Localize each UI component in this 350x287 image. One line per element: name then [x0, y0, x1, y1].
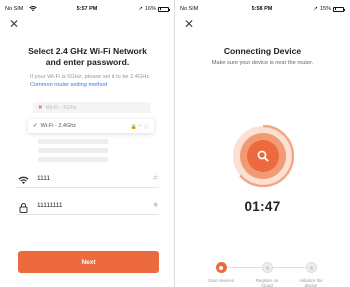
step-label: Scan devices [207, 278, 235, 283]
step-scan-devices: Scan devices [205, 260, 237, 283]
close-icon[interactable]: ✕ [9, 18, 19, 30]
step-idle-dot [305, 262, 317, 273]
battery-icon [333, 6, 345, 12]
progress-steps: Scan devices Register on Cloud Initializ… [208, 260, 327, 287]
page-subtitle: Make sure your device is near the router… [211, 60, 314, 66]
network-24ghz-label: Wi-Fi - 2.4Ghz [40, 123, 77, 129]
switch-network-icon[interactable]: ⇄ [153, 175, 158, 181]
step-idle-dot [261, 262, 273, 273]
frequency-hint: If your Wi-Fi is 5GHz, please set it to … [30, 74, 157, 89]
network-placeholder-bar [38, 139, 108, 144]
eye-icon[interactable]: ◉ [153, 202, 158, 208]
network-placeholder-bar [38, 148, 108, 153]
countdown-timer: 01:47 [244, 199, 281, 214]
battery-percent: 16% [144, 6, 156, 12]
page-title-line1: Select 2.4 GHz Wi-Fi Network [28, 46, 147, 56]
network-placeholder-bar [38, 157, 108, 162]
status-bar: No SIM 5:58 PM ➚ 15% [180, 6, 345, 14]
location-icon: ➚ [313, 6, 318, 12]
step-initialize-device: Initialize the device [295, 260, 327, 287]
password-input[interactable]: 11111111 [37, 202, 63, 209]
close-icon[interactable]: ✕ [184, 18, 194, 30]
page-title-line2: and enter password. [45, 57, 130, 67]
lock-icon [18, 200, 29, 213]
step-label: Register on Cloud [255, 278, 279, 287]
battery-percent: 15% [319, 6, 331, 12]
location-icon: ➚ [138, 6, 143, 12]
step-label: Initialize the device [299, 278, 323, 287]
invalid-x-icon: ✕ [38, 104, 43, 111]
wifi-setup-screen: No SIM 5:57 PM ➚ 16% ✕ Select 2.4 GHz Wi… [0, 0, 175, 287]
connecting-indicator [231, 124, 295, 188]
password-field[interactable]: 11111111 ◉ [16, 197, 159, 215]
next-button[interactable]: Next [18, 251, 159, 273]
wifi-icon [18, 173, 29, 184]
router-setting-link[interactable]: Common router setting method [30, 82, 107, 88]
ssid-input[interactable]: 1111 [37, 175, 50, 182]
step-active-dot [215, 262, 227, 273]
connecting-screen: No SIM 5:58 PM ➚ 15% ✕ Connecting Device… [175, 0, 350, 287]
status-bar: No SIM 5:57 PM ➚ 16% [5, 5, 170, 14]
battery-icon [158, 6, 170, 12]
network-5ghz-label: Wi-Fi - 5Ghz [45, 104, 77, 111]
search-icon [256, 149, 270, 163]
network-example-24ghz: ✓ Wi-Fi - 2.4Ghz 🔒 ◠ ⓘ [28, 119, 154, 133]
step-register-cloud: Register on Cloud [251, 260, 283, 287]
network-signal-icons: 🔒 ◠ ⓘ [130, 123, 149, 130]
valid-check-icon: ✓ [33, 123, 38, 129]
page-title: Connecting Device [223, 46, 302, 56]
hint-text: If your Wi-Fi is 5GHz, please set it to … [30, 74, 151, 80]
network-example-5ghz: ✕ Wi-Fi - 5Ghz [33, 102, 151, 113]
ssid-field[interactable]: 1111 ⇄ [16, 170, 159, 188]
